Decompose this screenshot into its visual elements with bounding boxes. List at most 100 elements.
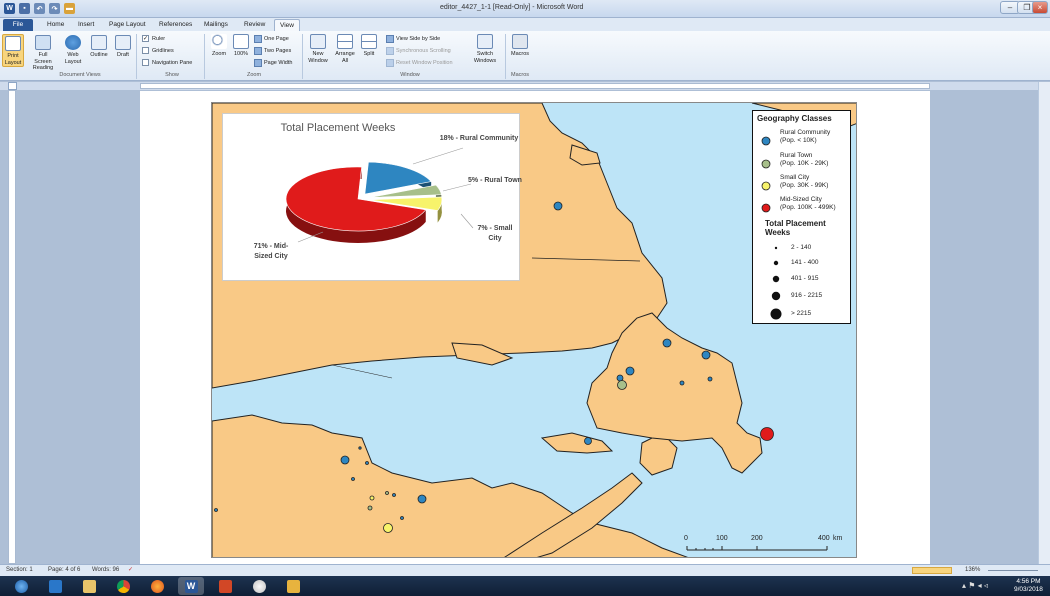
start-button[interactable]: [8, 577, 34, 595]
zoom-100-button[interactable]: 100%: [231, 34, 251, 58]
taskbar-firefox[interactable]: [144, 577, 170, 595]
new-window-icon: [310, 34, 326, 49]
one-page-button[interactable]: One Page: [254, 35, 289, 43]
view-buttons[interactable]: [912, 567, 952, 574]
folder-icon: [82, 579, 96, 593]
tab-references[interactable]: References: [154, 19, 197, 31]
globe-icon: [65, 35, 81, 50]
taskbar-powerpoint[interactable]: [212, 577, 238, 595]
ruler-scale: [140, 83, 930, 89]
chrome-icon: [116, 579, 130, 593]
outline-icon: [91, 35, 107, 50]
print-layout-button[interactable]: Print Layout: [2, 34, 24, 67]
firefox-icon: [150, 579, 164, 593]
taskbar-explorer[interactable]: [76, 577, 102, 595]
ruler-checkbox[interactable]: ✓ Ruler: [142, 35, 165, 42]
ribbon-tabs: File Home Insert Page Layout References …: [0, 18, 1050, 31]
status-page[interactable]: Page: 4 of 6: [48, 565, 80, 576]
split-button[interactable]: Split: [359, 34, 379, 58]
vertical-ruler[interactable]: [8, 90, 16, 564]
close-button[interactable]: ×: [1032, 1, 1048, 14]
navigation-pane-checkbox[interactable]: Navigation Pane: [142, 59, 192, 66]
macros-icon: [512, 34, 528, 49]
outline-button[interactable]: Outline: [88, 35, 110, 59]
page-width-icon: [254, 59, 262, 67]
page-100-icon: [233, 34, 249, 49]
redo-icon[interactable]: ↷: [49, 3, 60, 14]
undo-icon[interactable]: ↶: [34, 3, 45, 14]
split-icon: [361, 34, 377, 49]
two-pages-button[interactable]: Two Pages: [254, 47, 291, 55]
save-icon[interactable]: ▪: [19, 3, 30, 14]
proofing-icon[interactable]: ✓: [128, 565, 133, 576]
word-icon: W: [184, 579, 198, 593]
checkbox-icon: [142, 59, 149, 66]
status-section[interactable]: Section: 1: [6, 565, 33, 576]
scale-bar: 0 100 200 400 km: [670, 535, 850, 555]
tab-view[interactable]: View: [274, 19, 300, 31]
taskbar: W ▴ ⚑ ◂ ◃ 4:56 PM 9/03/2018: [0, 576, 1050, 596]
quick-access-toolbar: W ▪ ↶ ↷ ▬: [4, 3, 75, 14]
switch-windows-button[interactable]: Switch Windows: [471, 34, 499, 64]
view-side-by-side-button[interactable]: View Side by Side: [386, 35, 440, 43]
taskbar-media-player[interactable]: [42, 577, 68, 595]
open-folder-icon[interactable]: ▬: [64, 3, 75, 14]
tab-mailings[interactable]: Mailings: [199, 19, 233, 31]
zoom-button[interactable]: Zoom: [209, 34, 229, 58]
taskbar-app[interactable]: [280, 577, 306, 595]
group-label-zoom: Zoom: [246, 72, 262, 78]
taskbar-word[interactable]: W: [178, 577, 204, 595]
status-zoom[interactable]: 136%: [965, 565, 980, 576]
page-width-button[interactable]: Page Width: [254, 59, 292, 67]
scale-tick: 0: [684, 535, 688, 542]
status-bar: Section: 1 Page: 4 of 6 Words: 96 ✓ 136%: [0, 564, 1050, 576]
app-icon: [286, 579, 300, 593]
tab-file[interactable]: File: [3, 19, 33, 31]
sync-scroll-icon: [386, 47, 394, 55]
taskbar-chrome[interactable]: [110, 577, 136, 595]
window-title: editor_4427_1-1 [Read-Only] - Microsoft …: [440, 4, 584, 11]
legend-size-title: Total Placement Weeks: [765, 219, 826, 237]
legend-class-small-city: Small City (Pop. 30K - 99K): [780, 174, 829, 189]
group-label-window: Window: [400, 72, 420, 78]
new-window-button[interactable]: New Window: [305, 34, 331, 64]
legend-class-rural-town: Rural Town (Pop. 10K - 29K): [780, 152, 829, 167]
status-words[interactable]: Words: 96: [92, 565, 119, 576]
scale-tick: 400: [818, 535, 830, 542]
web-layout-button[interactable]: Web Layout: [62, 35, 84, 65]
draft-button[interactable]: Draft: [112, 35, 134, 59]
tab-page-layout[interactable]: Page Layout: [104, 19, 151, 31]
ribbon: Print Layout Full Screen Reading Web Lay…: [0, 31, 1050, 81]
legend-swatch-rural-community: [761, 136, 771, 148]
legend-swatch-mid-sized-city: [761, 203, 771, 215]
gridlines-checkbox[interactable]: Gridlines: [142, 47, 174, 54]
powerpoint-icon: [218, 579, 232, 593]
legend-swatch-small-city: [761, 181, 771, 193]
zoom-slider[interactable]: [988, 570, 1038, 571]
synchronous-scrolling-button[interactable]: Synchronous Scrolling: [386, 47, 451, 55]
taskbar-itunes[interactable]: [246, 577, 272, 595]
size-label: 2 - 140: [791, 244, 812, 251]
arrange-all-button[interactable]: Arrange All: [333, 34, 357, 64]
reset-window-position-button[interactable]: Reset Window Position: [386, 59, 453, 67]
group-label-show: Show: [165, 72, 179, 78]
tab-review[interactable]: Review: [239, 19, 270, 31]
vertical-scrollbar[interactable]: [1038, 82, 1050, 564]
arrange-all-icon: [337, 34, 353, 49]
tray-icons[interactable]: ▴ ⚑ ◂ ◃: [962, 581, 988, 590]
tab-selector-icon[interactable]: [8, 82, 17, 90]
legend-class-mid-sized-city: Mid-Sized City (Pop. 100K - 499K): [780, 196, 836, 211]
map-legend: Geography Classes Rural Community (Pop. <…: [752, 110, 851, 324]
title-bar: W ▪ ↶ ↷ ▬ editor_4427_1-1 [Read-Only] - …: [0, 0, 1050, 18]
tab-insert[interactable]: Insert: [73, 19, 99, 31]
tab-home[interactable]: Home: [42, 19, 69, 31]
size-dot-5: [769, 307, 783, 323]
legend-class-rural-community: Rural Community (Pop. < 10K): [780, 129, 831, 144]
full-screen-reading-button[interactable]: Full Screen Reading: [30, 35, 56, 72]
full-screen-icon: [35, 35, 51, 50]
macros-button[interactable]: Macros: [509, 34, 531, 58]
horizontal-ruler[interactable]: [0, 82, 1050, 90]
scale-tick: 200: [751, 535, 763, 542]
clock[interactable]: 4:56 PM 9/03/2018: [1014, 578, 1043, 594]
word-logo-icon[interactable]: W: [4, 3, 15, 14]
